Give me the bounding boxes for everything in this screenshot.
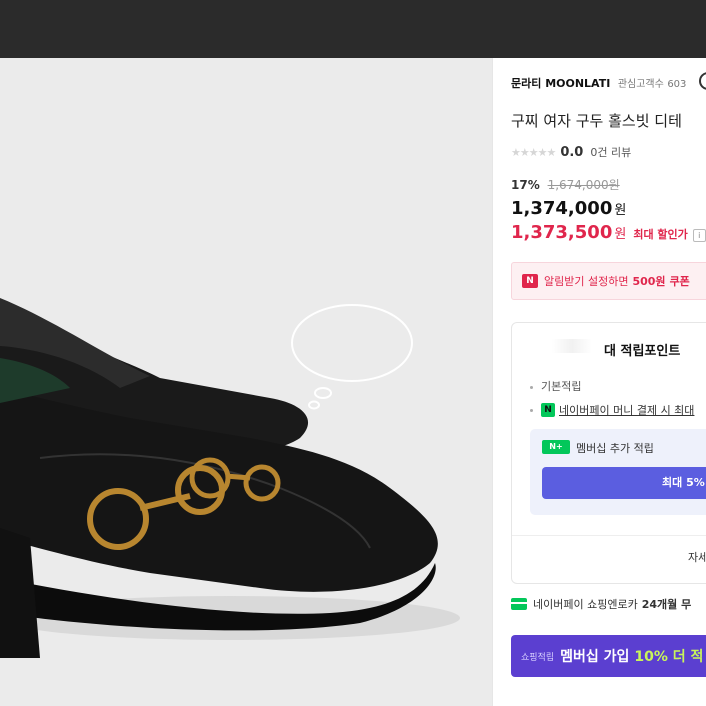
membership-label: 멤버십 추가 적립 <box>576 442 654 455</box>
product-image[interactable] <box>0 58 492 706</box>
naver-plus-icon: N+ <box>542 440 570 454</box>
store-header: 문라티 MOONLATI 관심고객수 603 <box>511 75 686 91</box>
top-bar <box>0 0 706 58</box>
max-discount-price: 1,373,500 <box>511 222 613 243</box>
info-icon[interactable]: i <box>692 229 706 242</box>
max-discount-label: 최대 할인가 <box>633 228 688 241</box>
shopping-card-text: 네이버페이 쇼핑엔로카 <box>533 598 638 611</box>
follow-count: 603 <box>667 79 687 90</box>
star-rating-icon: ★★★★★ <box>511 145 556 159</box>
naver-n-icon: N <box>522 274 538 288</box>
membership-highlight: 10% 더 적 <box>634 649 704 665</box>
npay-points-row[interactable]: N 네이버페이 머니 결제 시 최대 <box>530 402 694 418</box>
npay-points-link[interactable]: 네이버페이 머니 결제 시 최대 <box>559 402 694 418</box>
discount-percent: 17% <box>511 178 540 192</box>
sale-price-unit: 원 <box>614 203 627 218</box>
points-title-text: 대 적립포인트 <box>604 344 681 359</box>
naver-plus-plus: + <box>556 442 563 451</box>
coupon-text: 알림받기 설정하면 <box>544 275 629 288</box>
naver-plus-n: N <box>549 442 556 451</box>
coupon-amount: 500원 <box>632 275 666 288</box>
store-avatar[interactable] <box>699 72 706 90</box>
coupon-suffix: 쿠폰 <box>669 275 690 288</box>
shopping-card-bold: 24개월 무 <box>641 598 692 611</box>
sale-price: 1,374,000 <box>511 198 613 219</box>
bullet-dot <box>530 385 533 389</box>
store-name[interactable]: 문라티 MOONLATI <box>511 77 610 90</box>
product-title: 구찌 여자 구두 홀스빗 디테 <box>511 112 682 130</box>
points-title: 대 적립포인트 <box>546 340 680 359</box>
divider <box>512 535 706 536</box>
max-percent-button[interactable]: 최대 5% <box>542 467 706 499</box>
detail-link[interactable]: 자세 <box>688 549 706 565</box>
product-info-panel: 문라티 MOONLATI 관심고객수 603 구찌 여자 구두 홀스빗 디테 ★… <box>492 58 706 706</box>
review-count-link[interactable]: 0건 리뷰 <box>590 144 631 160</box>
naverpay-icon: N <box>541 403 555 417</box>
points-card: 대 적립포인트 기본적립 N 네이버페이 머니 결제 시 최대 N+ 멤버십 추… <box>511 322 706 584</box>
coupon-banner[interactable]: N 알림받기 설정하면 500원 쿠폰 <box>511 262 706 300</box>
max-discount-unit: 원 <box>614 227 627 242</box>
basic-points-row: 기본적립 <box>530 378 581 394</box>
max-discount-row: 1,373,500 원 최대 할인가 i <box>511 222 706 243</box>
shopping-card-row[interactable]: 네이버페이 쇼핑엔로카 24개월 무 <box>511 596 691 612</box>
original-price: 1,674,000원 <box>547 178 620 192</box>
bullet-dot <box>530 408 533 412</box>
membership-main: 멤버십 가입 <box>560 649 630 665</box>
credit-card-icon <box>511 598 527 610</box>
loafer-photo <box>0 298 460 658</box>
membership-banner[interactable]: 쇼핑적립 멤버십 가입 10% 더 적 <box>511 635 706 677</box>
membership-points-box: N+ 멤버십 추가 적립 최대 5% <box>530 429 706 515</box>
rating-row: ★★★★★ 0.0 0건 리뷰 <box>511 144 631 160</box>
discount-row: 17% 1,674,000원 <box>511 176 620 193</box>
basic-points-label: 기본적립 <box>541 380 582 393</box>
membership-tag: 쇼핑적립 <box>521 652 555 663</box>
follow-label: 관심고객수 <box>617 79 664 90</box>
rating-value: 0.0 <box>560 144 584 160</box>
price-row: 1,374,000 원 <box>511 198 626 219</box>
